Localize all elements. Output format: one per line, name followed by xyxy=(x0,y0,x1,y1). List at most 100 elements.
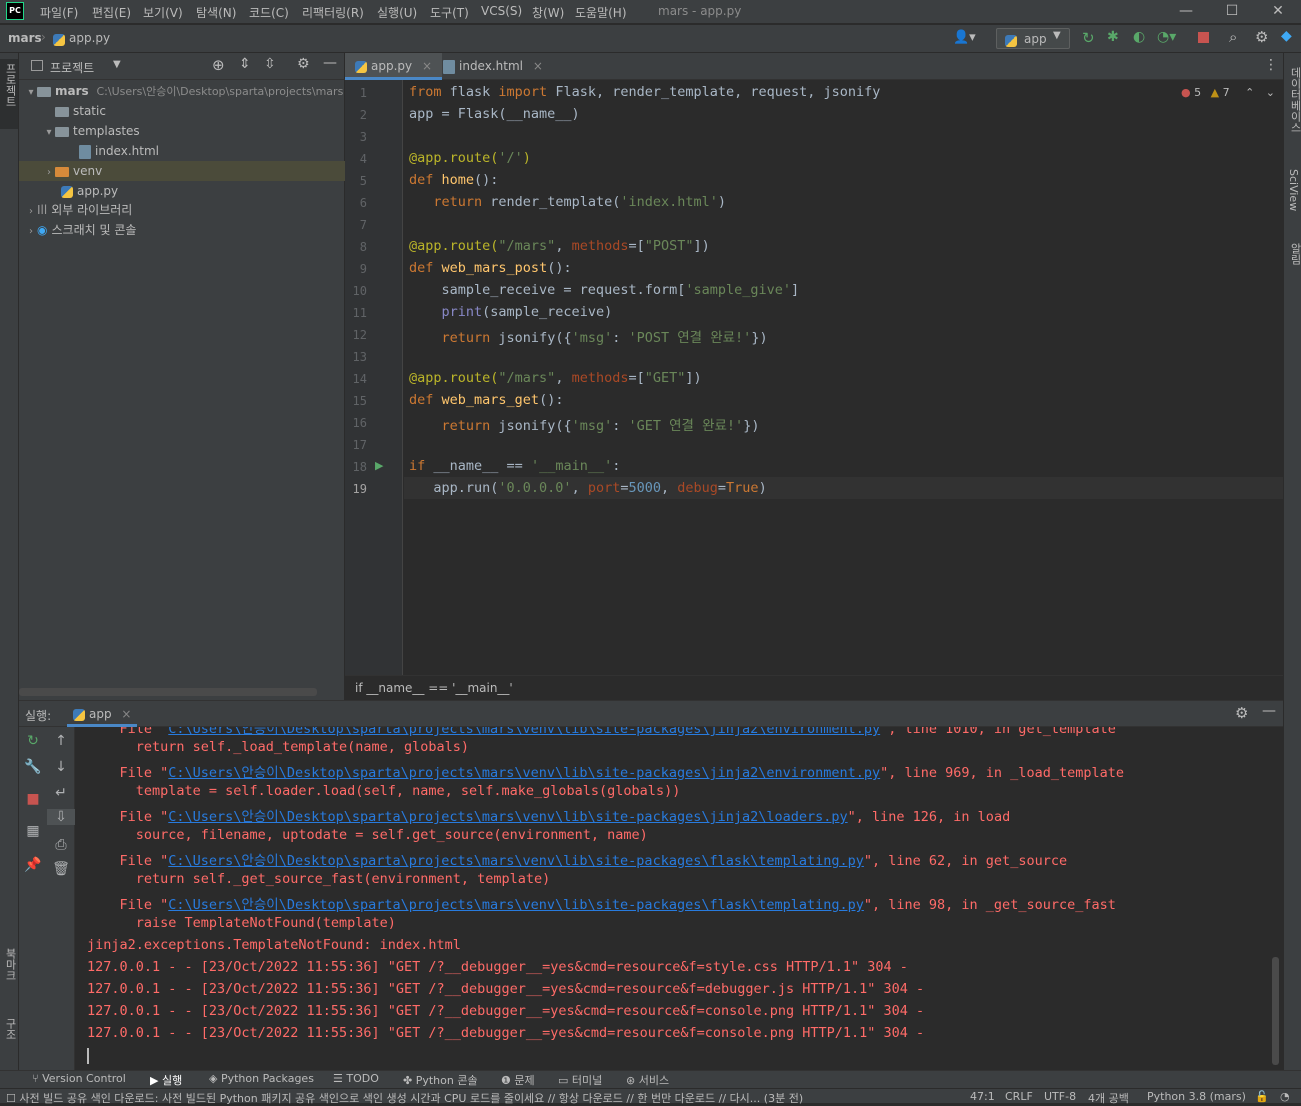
run-config-select[interactable]: app ▼ xyxy=(996,28,1070,49)
gear-icon[interactable]: ⚙ xyxy=(297,56,310,72)
python-interpreter[interactable]: Python 3.8 (mars) xyxy=(1147,1090,1246,1103)
tree-item-templastes[interactable]: ▾ templastes xyxy=(19,121,345,141)
tab-terminal[interactable]: ▭ 터미널 xyxy=(558,1072,602,1088)
menu-file[interactable]: 파일(F) xyxy=(40,4,78,21)
pin-icon[interactable]: 📌 xyxy=(19,857,47,873)
minimize-icon[interactable]: — xyxy=(1163,0,1209,24)
structure-tool-label[interactable]: 구조 xyxy=(2,1018,18,1040)
close-tab-icon[interactable]: × xyxy=(422,59,432,73)
debug-icon[interactable]: ✱ xyxy=(1107,29,1119,45)
notifications-tool-label[interactable]: 알림 xyxy=(1287,243,1301,265)
notification-icon: ☐ xyxy=(6,1092,20,1105)
menu-view[interactable]: 보기(V) xyxy=(143,4,183,21)
wrench-icon[interactable]: 🔧 xyxy=(19,759,47,775)
tab-todo[interactable]: ☰ TODO xyxy=(333,1072,379,1085)
caret-position[interactable]: 47:1 xyxy=(970,1090,995,1103)
menu-window[interactable]: 창(W) xyxy=(532,4,564,21)
rerun-icon[interactable]: ↻ xyxy=(1082,29,1095,47)
scroll-to-end-icon[interactable]: ⇩ xyxy=(47,809,75,825)
menu-edit[interactable]: 편집(E) xyxy=(92,4,131,21)
soft-wrap-icon[interactable]: ↵ xyxy=(47,785,75,801)
rerun-icon[interactable]: ↻ xyxy=(19,733,47,749)
tree-item-index-html[interactable]: index.html xyxy=(19,141,345,161)
menu-bar: PC 파일(F) 편집(E) 보기(V) 탐색(N) 코드(C) 리팩터링(R)… xyxy=(0,0,1301,24)
menu-run[interactable]: 실행(U) xyxy=(377,4,417,21)
tree-item-app-py[interactable]: app.py xyxy=(19,181,345,201)
tree-item-scratches[interactable]: › ◉ 스크래치 및 콘솔 xyxy=(19,220,345,240)
menu-help[interactable]: 도움말(H) xyxy=(575,4,627,21)
lock-icon[interactable]: 🔓 xyxy=(1255,1090,1269,1103)
console-scrollbar[interactable] xyxy=(1272,957,1279,1065)
line-separator[interactable]: CRLF xyxy=(1005,1090,1033,1103)
breadcrumb-file[interactable]: app.py xyxy=(69,31,110,45)
maximize-icon[interactable]: ☐ xyxy=(1209,0,1255,24)
collapse-all-icon[interactable]: ⇳ xyxy=(264,56,276,72)
tab-version-control[interactable]: ⑂ Version Control xyxy=(32,1072,126,1085)
tree-item-mars[interactable]: ▾ mars C:\Users\안승이\Desktop\sparta\projec… xyxy=(19,81,345,101)
expand-all-icon[interactable]: ⇕ xyxy=(239,56,251,72)
jetbrains-ai-icon[interactable]: ◆ xyxy=(1281,28,1292,44)
close-tab-icon[interactable]: × xyxy=(533,59,543,73)
tab-run[interactable]: ▶ 실행 xyxy=(150,1072,182,1088)
close-tab-icon[interactable]: × xyxy=(121,707,131,721)
print-icon[interactable]: ⎙ xyxy=(47,837,75,853)
console-line: File "C:\Users\안승이\Desktop\sparta\projec… xyxy=(87,809,1011,825)
project-view-select[interactable]: 프로젝트 xyxy=(50,59,94,76)
tab-python-console[interactable]: ✤ Python 콘솔 xyxy=(403,1072,478,1088)
indent-setting[interactable]: 4개 공백 xyxy=(1088,1090,1129,1106)
menu-tools[interactable]: 도구(T) xyxy=(430,4,469,21)
stop-icon[interactable] xyxy=(1198,32,1209,43)
stop-icon[interactable]: ■ xyxy=(19,791,47,807)
tree-item-external-libraries[interactable]: › Ill 외부 라이브러리 xyxy=(19,200,345,220)
tab-problems[interactable]: ❶ 문제 xyxy=(501,1072,535,1088)
chevron-right-icon: › xyxy=(29,206,33,217)
hide-icon[interactable]: — xyxy=(323,55,337,71)
arrow-down-icon[interactable]: ↓ xyxy=(47,759,75,775)
menu-vcs[interactable]: VCS(S) xyxy=(481,4,522,18)
bookmarks-tool-label[interactable]: 북마크 xyxy=(2,948,18,981)
menu-code[interactable]: 코드(C) xyxy=(249,4,289,21)
arrow-up-icon[interactable]: ↑ xyxy=(47,733,75,749)
tree-item-static[interactable]: static xyxy=(19,101,345,121)
close-icon[interactable]: ✕ xyxy=(1255,0,1301,24)
sciview-tool-label[interactable]: SciView xyxy=(1287,169,1300,211)
search-icon[interactable]: ⌕ xyxy=(1229,28,1237,46)
breadcrumb-project[interactable]: mars xyxy=(8,31,42,45)
chevron-down-icon[interactable]: ⌄ xyxy=(1266,86,1275,99)
terminal-icon: ▭ xyxy=(558,1074,572,1087)
status-message[interactable]: ☐ 사전 빌드 공유 색인 다운로드: 사전 빌드된 Python 패키지 공유… xyxy=(6,1090,886,1106)
trash-icon[interactable]: 🗑 xyxy=(47,861,75,877)
project-horizontal-scrollbar[interactable] xyxy=(19,688,317,696)
chevron-down-icon[interactable]: ▼ xyxy=(113,59,121,70)
inspection-widget[interactable]: ● 5 ▲ 7 ⌃ ⌄ xyxy=(1181,86,1275,99)
coverage-icon[interactable]: ◐ xyxy=(1133,29,1145,45)
tab-python-packages[interactable]: ◈ Python Packages xyxy=(209,1072,314,1085)
user-icon[interactable]: 👤▾ xyxy=(953,30,976,45)
project-tool-label: 프로젝트 xyxy=(4,63,17,107)
run-console-output[interactable]: File "C:\Users\안승이\Desktop\sparta\projec… xyxy=(75,727,1275,1071)
project-tool-window-button[interactable]: 프로젝트 xyxy=(0,59,18,129)
menu-refactor[interactable]: 리팩터링(R) xyxy=(302,4,364,21)
layout-icon[interactable]: ▦ xyxy=(19,823,47,839)
tree-item-venv[interactable]: › venv xyxy=(19,161,345,181)
run-tab-app[interactable]: app × xyxy=(67,701,138,727)
chevron-right-icon: › xyxy=(29,226,33,237)
tab-app-py[interactable]: app.py × xyxy=(345,53,443,80)
locate-icon[interactable]: ⊕ xyxy=(212,56,225,74)
code-breadcrumb[interactable]: if __name__ == '__main__' xyxy=(345,675,1283,700)
menu-navigate[interactable]: 탐색(N) xyxy=(196,4,236,21)
code-line: return jsonify({'msg': 'GET 연결 완료!'}) xyxy=(441,418,760,434)
tab-services[interactable]: ⊛ 서비스 xyxy=(626,1072,669,1088)
database-tool-label[interactable]: 데이터베이스 xyxy=(1287,67,1301,133)
gear-icon[interactable]: ⚙ xyxy=(1255,28,1268,46)
profile-icon[interactable]: ◔▾ xyxy=(1157,29,1176,45)
more-tabs-icon[interactable]: ⋮ xyxy=(1264,57,1278,73)
tab-index-html[interactable]: index.html × xyxy=(433,53,553,80)
hide-icon[interactable]: — xyxy=(1262,703,1276,719)
code-area[interactable]: from flask import Flask, render_template… xyxy=(345,80,1283,675)
gear-icon[interactable]: ⚙ xyxy=(1235,704,1248,722)
chevron-up-icon[interactable]: ⌃ xyxy=(1245,86,1254,99)
console-line: template = self.loader.load(self, name, … xyxy=(87,783,681,799)
file-encoding[interactable]: UTF-8 xyxy=(1044,1090,1076,1103)
memory-icon[interactable]: ◔ xyxy=(1280,1090,1290,1103)
